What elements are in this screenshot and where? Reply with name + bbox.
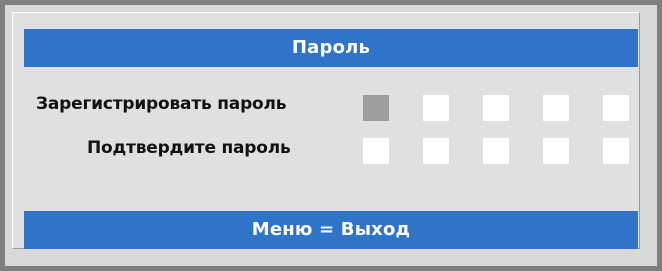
confirm-password-digit-5[interactable]: [603, 138, 629, 164]
confirm-password-label: Подтвердите пароль: [87, 138, 291, 158]
register-password-label: Зарегистрировать пароль: [36, 94, 287, 114]
register-password-digit-2[interactable]: [423, 95, 449, 121]
register-password-digit-1[interactable]: [363, 95, 389, 121]
register-password-digit-5[interactable]: [603, 95, 629, 121]
menu-exit-hint: Меню = Выход: [24, 211, 638, 249]
confirm-password-digit-1[interactable]: [363, 138, 389, 164]
register-password-digit-3[interactable]: [483, 95, 509, 121]
dialog-title: Пароль: [24, 29, 638, 67]
confirm-password-digit-3[interactable]: [483, 138, 509, 164]
register-password-digit-4[interactable]: [543, 95, 569, 121]
confirm-password-digit-2[interactable]: [423, 138, 449, 164]
confirm-password-digit-4[interactable]: [543, 138, 569, 164]
